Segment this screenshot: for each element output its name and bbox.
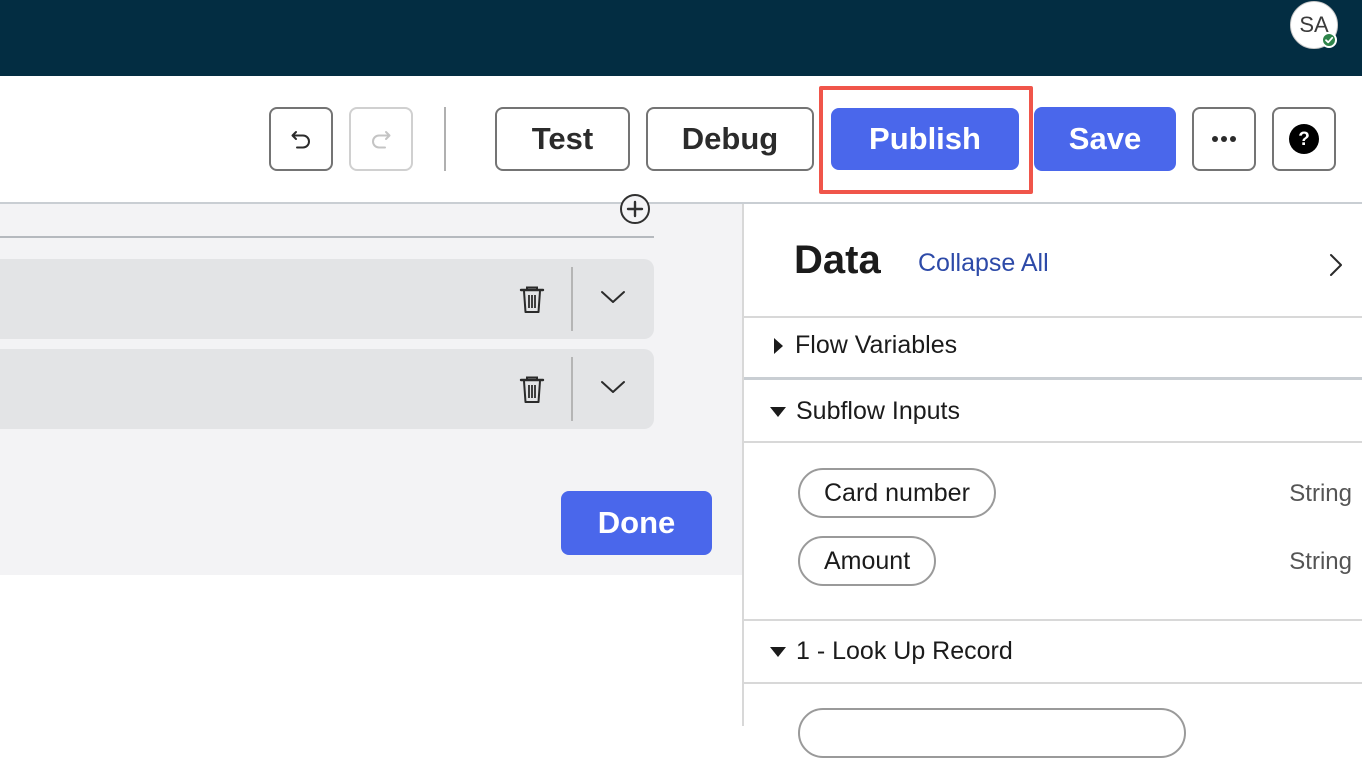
- redo-button[interactable]: [349, 107, 413, 171]
- caret-right-icon: [774, 337, 783, 354]
- record-pill[interactable]: [798, 708, 1186, 758]
- row-separator: [571, 357, 573, 421]
- add-icon[interactable]: [620, 194, 650, 224]
- more-actions-button[interactable]: [1192, 107, 1256, 171]
- section-label: Flow Variables: [795, 331, 958, 359]
- panel-divider: [744, 316, 1362, 318]
- panel-divider: [744, 619, 1362, 621]
- section-look-up-record[interactable]: 1 - Look Up Record: [770, 637, 1013, 666]
- section-subflow-inputs[interactable]: Subflow Inputs: [770, 397, 960, 426]
- test-button[interactable]: Test: [495, 107, 630, 171]
- help-icon: ?: [1289, 124, 1319, 154]
- chevron-right-icon[interactable]: [1328, 252, 1344, 278]
- section-label: 1 - Look Up Record: [796, 637, 1013, 665]
- section-flow-variables[interactable]: Flow Variables: [770, 331, 957, 360]
- input-type: String: [1289, 480, 1352, 507]
- ellipsis-icon: [1212, 136, 1236, 142]
- redo-icon: [372, 131, 391, 149]
- input-name: Card number: [824, 478, 970, 507]
- row-separator: [571, 267, 573, 331]
- undo-icon: [291, 131, 310, 149]
- input-name: Amount: [824, 546, 911, 575]
- data-panel: Data Collapse All Flow Variables Subflow…: [742, 204, 1362, 758]
- trash-icon[interactable]: [518, 285, 546, 315]
- canvas-divider: [0, 236, 654, 238]
- top-header: SA: [0, 0, 1362, 76]
- panel-divider: [744, 682, 1362, 684]
- collapse-all-link[interactable]: Collapse All: [918, 249, 1049, 278]
- done-button[interactable]: Done: [561, 491, 712, 555]
- input-pill-card-number[interactable]: Card number: [798, 468, 996, 518]
- panel-divider: [744, 377, 1362, 380]
- section-label: Subflow Inputs: [796, 397, 960, 425]
- help-button[interactable]: ?: [1272, 107, 1336, 171]
- chevron-down-icon[interactable]: [600, 379, 626, 395]
- input-pill-amount[interactable]: Amount: [798, 536, 937, 586]
- save-button[interactable]: Save: [1034, 107, 1176, 171]
- publish-highlight-box: [819, 86, 1033, 194]
- input-type: String: [1289, 548, 1352, 575]
- panel-divider: [744, 441, 1362, 443]
- action-row[interactable]: [0, 349, 654, 429]
- action-row[interactable]: [0, 259, 654, 339]
- online-status-icon: [1321, 32, 1337, 48]
- caret-down-icon: [770, 646, 786, 657]
- flow-toolbar: Test Debug Publish Save ?: [0, 76, 1362, 204]
- debug-button[interactable]: Debug: [646, 107, 814, 171]
- trash-icon[interactable]: [518, 375, 546, 405]
- chevron-down-icon[interactable]: [600, 289, 626, 305]
- caret-down-icon: [770, 406, 786, 417]
- undo-button[interactable]: [269, 107, 333, 171]
- data-panel-title: Data: [794, 238, 881, 282]
- toolbar-divider: [444, 107, 446, 171]
- flow-canvas: Done: [0, 204, 742, 575]
- svg-text:?: ?: [1298, 129, 1310, 150]
